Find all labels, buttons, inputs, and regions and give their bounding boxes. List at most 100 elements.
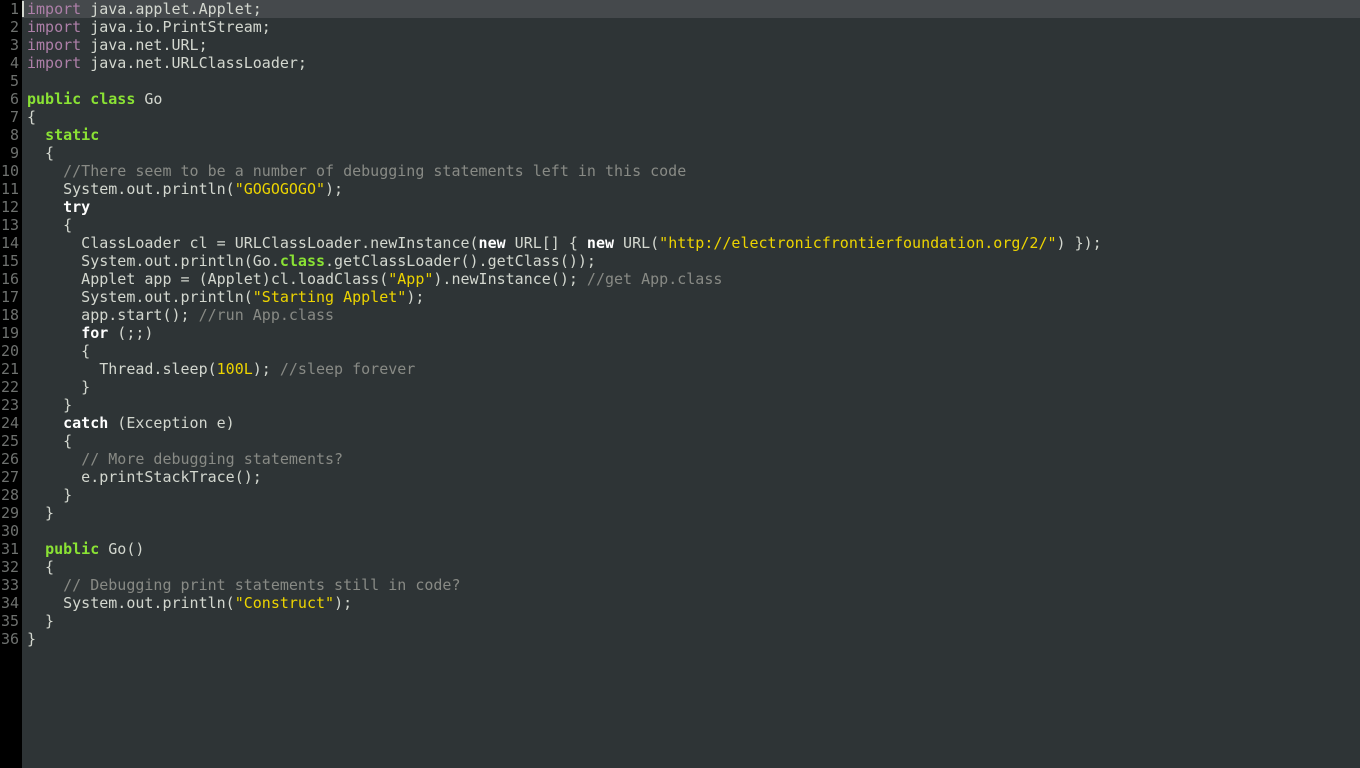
code-token-plain: java.net.URL; xyxy=(81,36,207,54)
code-line[interactable]: 36} xyxy=(0,630,1360,648)
code-line-content xyxy=(22,522,1360,540)
code-line-content: Thread.sleep(100L); //sleep forever xyxy=(22,360,1360,378)
code-token-plain xyxy=(27,540,45,558)
code-token-plain: ) }); xyxy=(1057,234,1102,252)
code-line[interactable]: 35 } xyxy=(0,612,1360,630)
code-line[interactable]: 10 //There seem to be a number of debugg… xyxy=(0,162,1360,180)
code-line-content: } xyxy=(22,396,1360,414)
code-token-string: "Starting Applet" xyxy=(253,288,407,306)
code-token-plain: } xyxy=(27,486,72,504)
code-token-plain xyxy=(27,450,81,468)
code-line[interactable]: 6public class Go xyxy=(0,90,1360,108)
line-number: 13 xyxy=(0,216,22,234)
code-token-include: import xyxy=(27,0,81,18)
code-token-comment: //There seem to be a number of debugging… xyxy=(63,162,686,180)
code-line[interactable]: 19 for (;;) xyxy=(0,324,1360,342)
code-line[interactable]: 15 System.out.println(Go.class.getClassL… xyxy=(0,252,1360,270)
code-line[interactable]: 27 e.printStackTrace(); xyxy=(0,468,1360,486)
code-token-plain: { xyxy=(27,342,90,360)
code-token-plain: System.out.println( xyxy=(27,288,253,306)
code-line-content: public Go() xyxy=(22,540,1360,558)
code-token-plain: { xyxy=(27,108,36,126)
line-number: 18 xyxy=(0,306,22,324)
code-line[interactable]: 28 } xyxy=(0,486,1360,504)
code-line[interactable]: 25 { xyxy=(0,432,1360,450)
code-line-content: } xyxy=(22,612,1360,630)
code-line[interactable]: 9 { xyxy=(0,144,1360,162)
code-line[interactable]: 31 public Go() xyxy=(0,540,1360,558)
code-token-plain: Thread.sleep( xyxy=(27,360,217,378)
code-token-plain: System.out.println(Go. xyxy=(27,252,280,270)
line-number: 4 xyxy=(0,54,22,72)
code-token-plain: } xyxy=(27,378,90,396)
code-token-declaration: public class xyxy=(27,90,135,108)
code-line-content: ClassLoader cl = URLClassLoader.newInsta… xyxy=(22,234,1360,252)
code-line[interactable]: 30 xyxy=(0,522,1360,540)
code-line[interactable]: 23 } xyxy=(0,396,1360,414)
code-line-content: System.out.println("GOGOGOGO"); xyxy=(22,180,1360,198)
line-number: 16 xyxy=(0,270,22,288)
code-token-number: 100L xyxy=(217,360,253,378)
code-token-plain: { xyxy=(27,216,72,234)
code-line[interactable]: 3import java.net.URL; xyxy=(0,36,1360,54)
code-token-include: import xyxy=(27,54,81,72)
code-line[interactable]: 17 System.out.println("Starting Applet")… xyxy=(0,288,1360,306)
code-line[interactable]: 8 static xyxy=(0,126,1360,144)
code-line-content: } xyxy=(22,486,1360,504)
code-token-string: "http://electronicfrontierfoundation.org… xyxy=(659,234,1056,252)
code-token-comment: //sleep forever xyxy=(280,360,415,378)
code-token-plain: { xyxy=(27,144,54,162)
line-number: 32 xyxy=(0,558,22,576)
code-token-plain xyxy=(27,198,63,216)
code-line[interactable]: 32 { xyxy=(0,558,1360,576)
code-token-plain: java.net.URLClassLoader; xyxy=(81,54,307,72)
code-token-plain xyxy=(27,126,45,144)
code-token-plain: java.io.PrintStream; xyxy=(81,18,271,36)
line-number: 8 xyxy=(0,126,22,144)
code-line[interactable]: 18 app.start(); //run App.class xyxy=(0,306,1360,324)
code-token-include: import xyxy=(27,36,81,54)
line-number: 25 xyxy=(0,432,22,450)
code-line[interactable]: 5 xyxy=(0,72,1360,90)
code-line-content: static xyxy=(22,126,1360,144)
code-token-plain: Go() xyxy=(99,540,144,558)
code-token-plain xyxy=(27,324,81,342)
code-editor[interactable]: 1import java.applet.Applet;2import java.… xyxy=(0,0,1360,768)
line-number: 30 xyxy=(0,522,22,540)
code-line[interactable]: 33 // Debugging print statements still i… xyxy=(0,576,1360,594)
code-line-content: { xyxy=(22,144,1360,162)
code-line[interactable]: 12 try xyxy=(0,198,1360,216)
code-line[interactable]: 2import java.io.PrintStream; xyxy=(0,18,1360,36)
code-line[interactable]: 4 import java.net.URLClassLoader; xyxy=(0,54,1360,72)
code-line[interactable]: 14 ClassLoader cl = URLClassLoader.newIn… xyxy=(0,234,1360,252)
line-number: 34 xyxy=(0,594,22,612)
code-line[interactable]: 11 System.out.println("GOGOGOGO"); xyxy=(0,180,1360,198)
code-token-comment: //run App.class xyxy=(199,306,334,324)
code-token-plain xyxy=(27,414,63,432)
code-line[interactable]: 16 Applet app = (Applet)cl.loadClass("Ap… xyxy=(0,270,1360,288)
code-token-plain: (;;) xyxy=(108,324,153,342)
code-token-declaration: static xyxy=(45,126,99,144)
code-line[interactable]: 29 } xyxy=(0,504,1360,522)
code-line[interactable]: 13 { xyxy=(0,216,1360,234)
code-line-content: // Debugging print statements still in c… xyxy=(22,576,1360,594)
line-number: 24 xyxy=(0,414,22,432)
code-token-declaration: class xyxy=(280,252,325,270)
code-line[interactable]: 24 catch (Exception e) xyxy=(0,414,1360,432)
line-number: 10 xyxy=(0,162,22,180)
code-line-content: { xyxy=(22,558,1360,576)
line-number: 21 xyxy=(0,360,22,378)
code-line[interactable]: 20 { xyxy=(0,342,1360,360)
line-number: 1 xyxy=(0,0,22,18)
code-token-plain xyxy=(27,576,63,594)
code-line[interactable]: 1import java.applet.Applet; xyxy=(0,0,1360,18)
code-line[interactable]: 34 System.out.println("Construct"); xyxy=(0,594,1360,612)
code-line[interactable]: 26 // More debugging statements? xyxy=(0,450,1360,468)
code-line-content: import java.io.PrintStream; xyxy=(22,18,1360,36)
code-line[interactable]: 7{ xyxy=(0,108,1360,126)
line-number: 22 xyxy=(0,378,22,396)
code-line[interactable]: 22 } xyxy=(0,378,1360,396)
code-line[interactable]: 21 Thread.sleep(100L); //sleep forever xyxy=(0,360,1360,378)
code-token-plain: ClassLoader cl = URLClassLoader.newInsta… xyxy=(27,234,479,252)
line-number: 2 xyxy=(0,18,22,36)
